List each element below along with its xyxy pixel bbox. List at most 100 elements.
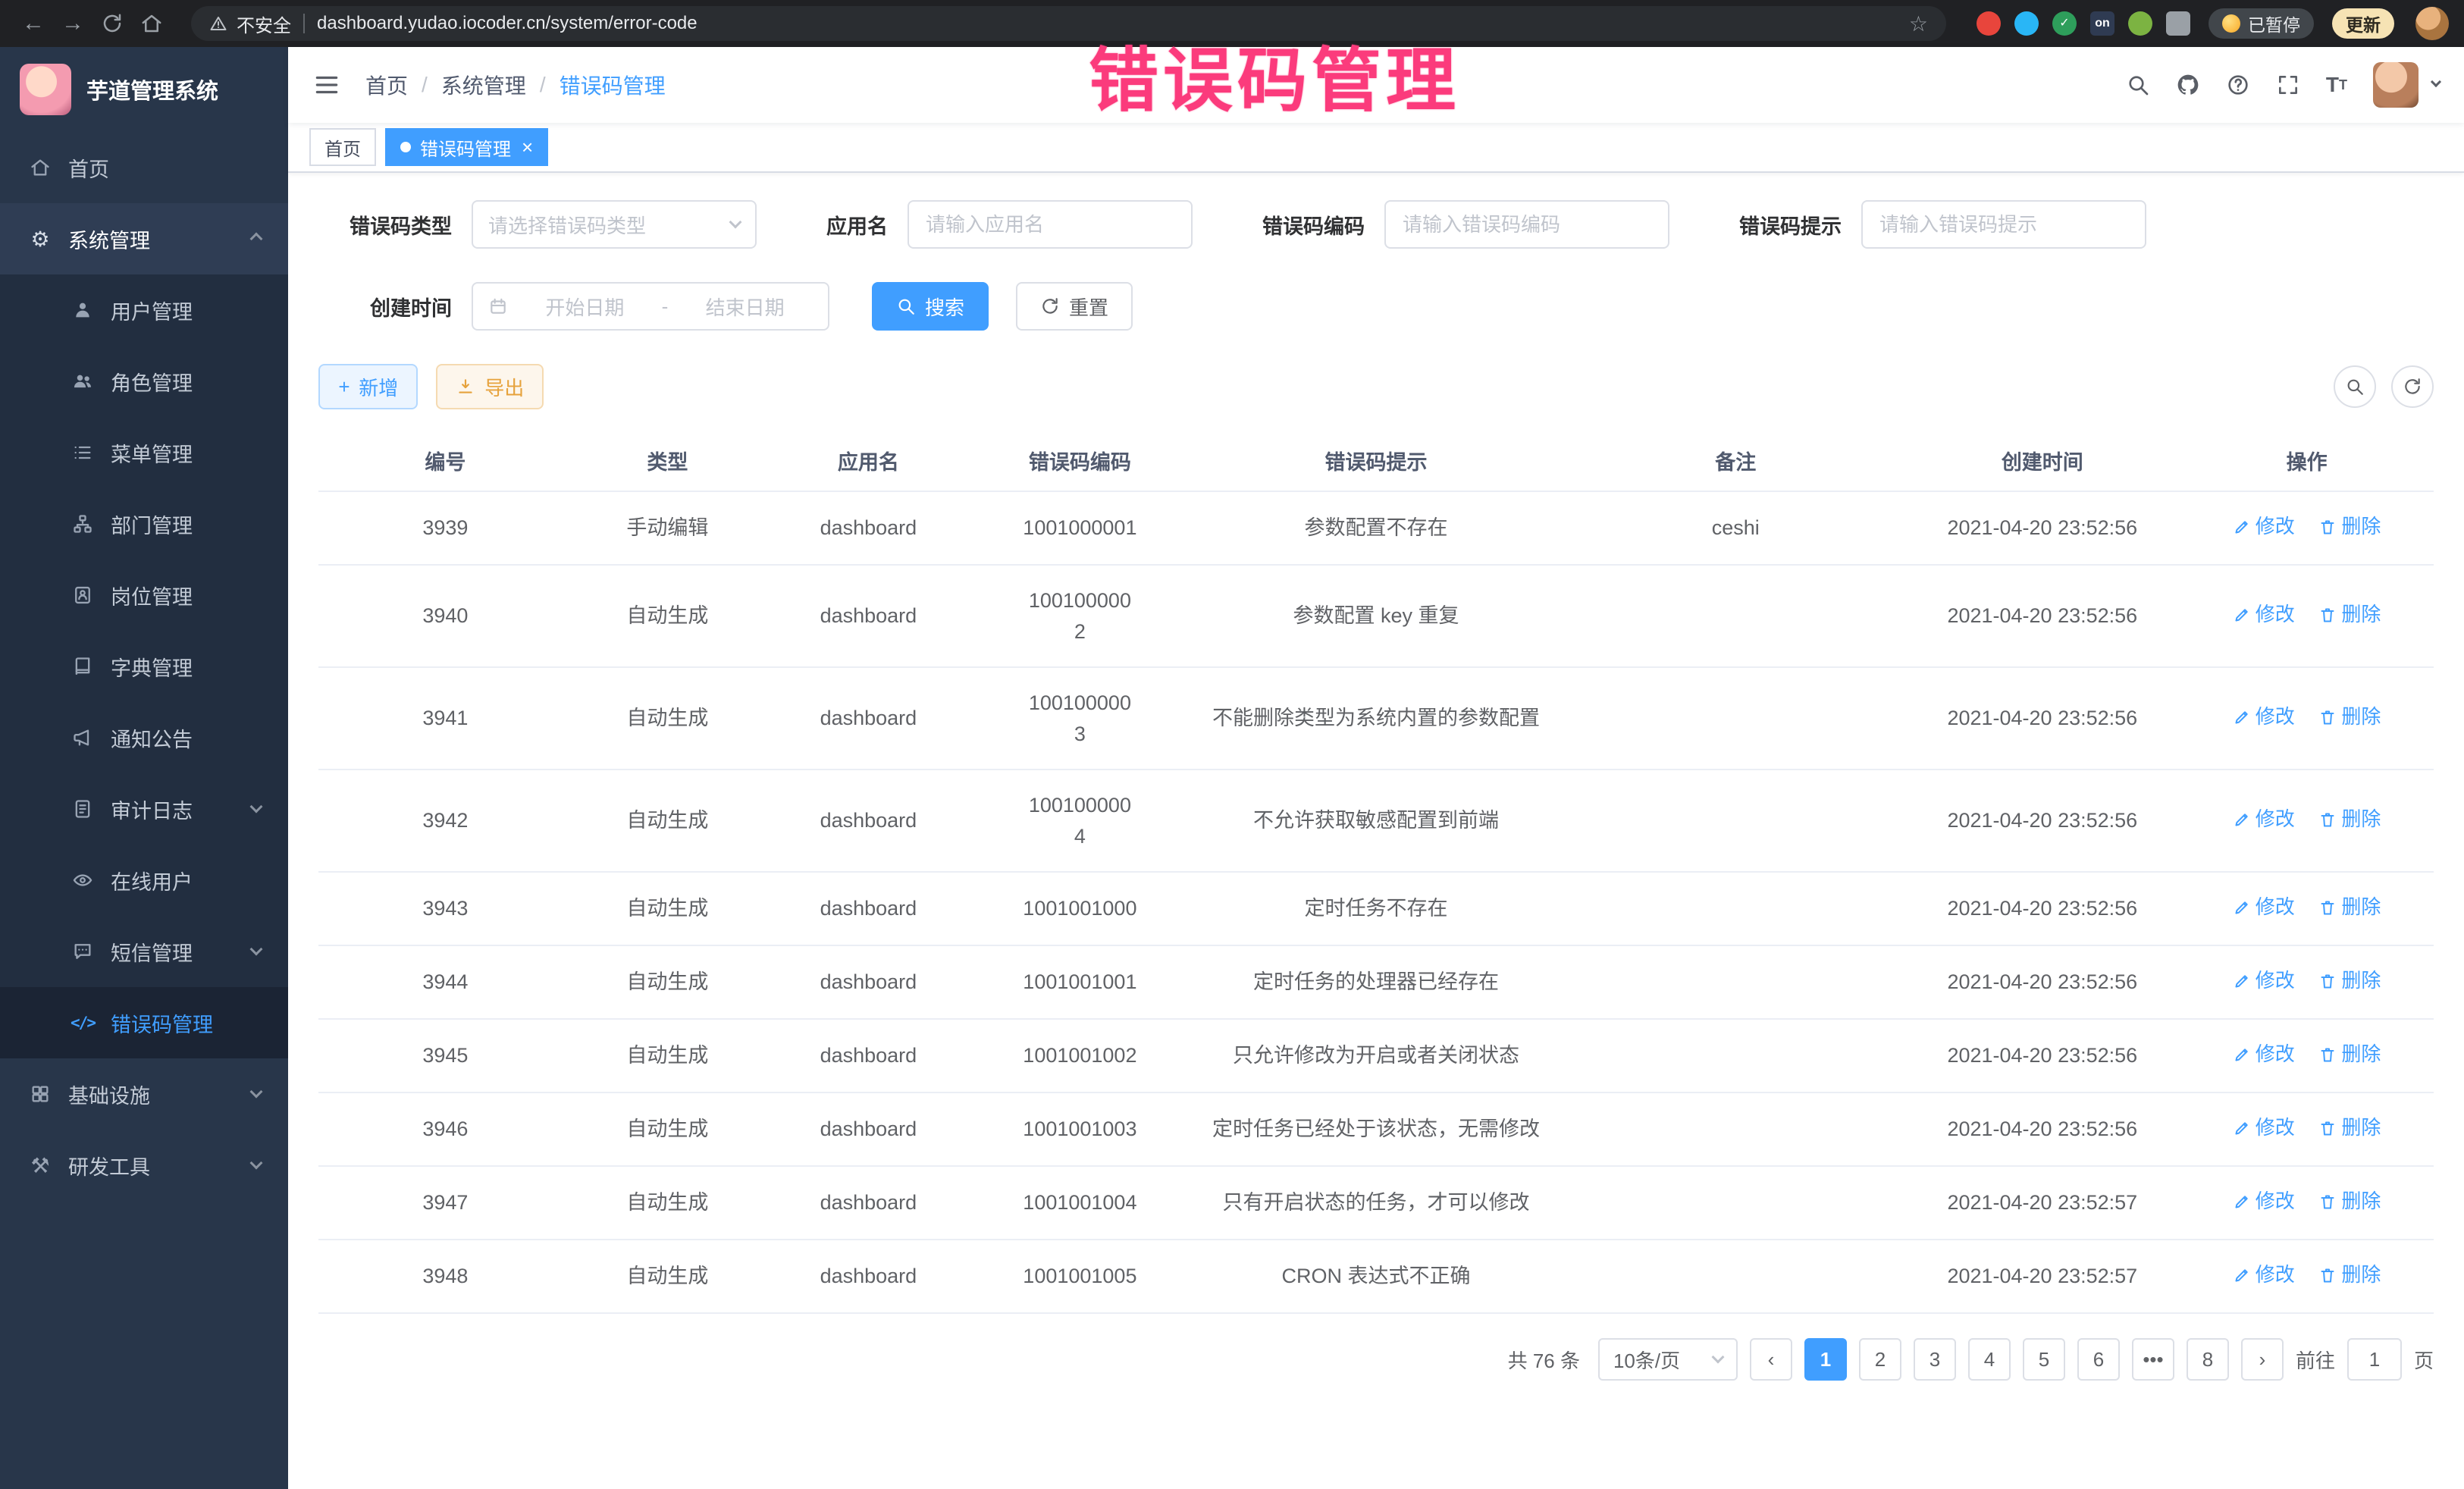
delete-link[interactable]: 删除 [2318, 966, 2381, 995]
fontsize-icon[interactable]: TT [2326, 73, 2347, 97]
sidebar-item[interactable]: 部门管理 [0, 488, 288, 560]
drop-extension-icon[interactable] [2014, 11, 2039, 36]
delete-link[interactable]: 删除 [2318, 600, 2381, 629]
edit-link[interactable]: 修改 [2233, 1186, 2295, 1216]
next-page-button[interactable]: › [2241, 1338, 2284, 1381]
browser-profile-avatar[interactable] [2415, 7, 2449, 40]
page-number-button[interactable]: 1 [1804, 1338, 1847, 1381]
refresh-table-button[interactable] [2391, 365, 2434, 408]
sidebar-item[interactable]: 审计日志 [0, 773, 288, 845]
cell-time: 2021-04-20 23:52:56 [1904, 565, 2180, 667]
delete-link[interactable]: 删除 [2318, 512, 2381, 541]
bookmark-star-icon[interactable]: ☆ [1909, 11, 1928, 36]
edit-link[interactable]: 修改 [2233, 512, 2295, 541]
security-status[interactable]: 不安全 [209, 11, 291, 37]
filter-type-group: 错误码类型 请选择错误码类型 [346, 200, 757, 249]
sidebar-item[interactable]: 首页 [0, 132, 288, 203]
home-icon[interactable] [133, 5, 170, 42]
sidebar-item[interactable]: 角色管理 [0, 346, 288, 417]
search-button[interactable]: 搜索 [872, 282, 989, 331]
forward-icon[interactable]: → [55, 5, 91, 42]
goto-page-input[interactable] [2347, 1338, 2402, 1381]
page-number-button[interactable]: 8 [2187, 1338, 2229, 1381]
app-name-input[interactable] [908, 200, 1193, 249]
sidebar-item[interactable]: 通知公告 [0, 702, 288, 773]
active-dot-icon [400, 142, 411, 152]
sidebar-item[interactable]: </> 错误码管理 [0, 987, 288, 1058]
github-icon[interactable] [2176, 73, 2200, 97]
page-number-button[interactable]: 6 [2077, 1338, 2120, 1381]
url-text[interactable]: dashboard.yudao.iocoder.cn/system/error-… [317, 13, 698, 34]
tag-error-code[interactable]: 错误码管理 × [385, 128, 548, 166]
puzzle-extension-icon[interactable] [2166, 11, 2190, 36]
sidebar-item[interactable]: ⚒ 研发工具 [0, 1130, 288, 1201]
edit-link[interactable]: 修改 [2233, 966, 2295, 995]
edit-link[interactable]: 修改 [2233, 1039, 2295, 1069]
edit-link[interactable]: 修改 [2233, 892, 2295, 922]
edit-link[interactable]: 修改 [2233, 1260, 2295, 1290]
cell-code: 100100000 2 [974, 565, 1186, 667]
sidebar-logo[interactable]: 芋道管理系统 [0, 47, 288, 132]
browser-update-button[interactable]: 更新 [2332, 8, 2394, 39]
error-type-select[interactable]: 请选择错误码类型 [472, 200, 757, 249]
delete-link[interactable]: 删除 [2318, 1260, 2381, 1290]
breadcrumb-home[interactable]: 首页 [365, 70, 408, 100]
page-number-button[interactable]: 2 [1859, 1338, 1901, 1381]
record-extension-icon[interactable] [1977, 11, 2001, 36]
back-icon[interactable]: ← [15, 5, 52, 42]
fullscreen-icon[interactable] [2276, 73, 2300, 97]
sidebar-item[interactable]: 短信管理 [0, 916, 288, 987]
tag-home[interactable]: 首页 [309, 128, 376, 166]
reset-button[interactable]: 重置 [1016, 282, 1133, 331]
check-extension-icon[interactable]: ✓ [2052, 11, 2077, 36]
delete-link[interactable]: 删除 [2318, 1186, 2381, 1216]
question-icon[interactable] [2226, 73, 2250, 97]
search-icon[interactable] [2126, 73, 2150, 97]
address-bar[interactable]: 不安全 dashboard.yudao.iocoder.cn/system/er… [191, 6, 1946, 41]
user-avatar[interactable] [2373, 62, 2419, 108]
edit-link[interactable]: 修改 [2233, 1113, 2295, 1143]
sidebar-item[interactable]: 岗位管理 [0, 560, 288, 631]
hamburger-icon[interactable] [312, 71, 341, 99]
create-time-range-picker[interactable]: 开始日期 - 结束日期 [472, 282, 829, 331]
close-icon[interactable]: × [522, 137, 533, 157]
error-code-input[interactable] [1384, 200, 1669, 249]
badge-icon [70, 585, 96, 606]
export-button[interactable]: 导出 [436, 364, 544, 409]
page-size-select[interactable]: 10条/页 [1598, 1338, 1738, 1381]
reload-icon[interactable] [94, 5, 130, 42]
code-label: 错误码编码 [1262, 210, 1365, 240]
cell-app: dashboard [763, 565, 974, 667]
sidebar-item[interactable]: ⚙ 系统管理 [0, 203, 288, 274]
sidebar-item[interactable]: 基础设施 [0, 1058, 288, 1130]
page-number-button[interactable]: 5 [2023, 1338, 2065, 1381]
toggle-search-button[interactable] [2334, 365, 2376, 408]
edit-link[interactable]: 修改 [2233, 804, 2295, 834]
cell-remark [1566, 1092, 1904, 1166]
edit-link[interactable]: 修改 [2233, 600, 2295, 629]
avatar-caret-icon[interactable] [2431, 77, 2441, 87]
error-msg-input[interactable] [1861, 200, 2146, 249]
sidebar-item[interactable]: 菜单管理 [0, 417, 288, 488]
delete-link[interactable]: 删除 [2318, 702, 2381, 732]
page-number-button[interactable]: ••• [2132, 1338, 2174, 1381]
prev-page-button[interactable]: ‹ [1750, 1338, 1792, 1381]
delete-link[interactable]: 删除 [2318, 1039, 2381, 1069]
switch-extension-icon[interactable]: on [2090, 11, 2114, 36]
delete-link[interactable]: 删除 [2318, 804, 2381, 834]
delete-link[interactable]: 删除 [2318, 892, 2381, 922]
edit-icon [2233, 518, 2251, 536]
edit-link[interactable]: 修改 [2233, 702, 2295, 732]
add-button[interactable]: + 新增 [318, 364, 418, 409]
breadcrumb-system[interactable]: 系统管理 [441, 70, 526, 100]
cell-message: 定时任务的处理器已经存在 [1186, 945, 1566, 1019]
sidebar-item[interactable]: 用户管理 [0, 274, 288, 346]
leaf-extension-icon[interactable] [2128, 11, 2152, 36]
page-number-button[interactable]: 4 [1968, 1338, 2011, 1381]
paused-badge[interactable]: 已暂停 [2209, 8, 2314, 39]
delete-link[interactable]: 删除 [2318, 1113, 2381, 1143]
sidebar-item[interactable]: 在线用户 [0, 845, 288, 916]
sidebar-item[interactable]: 字典管理 [0, 631, 288, 702]
page-number-button[interactable]: 3 [1914, 1338, 1956, 1381]
cell-actions: 修改 删除 [2180, 491, 2434, 565]
